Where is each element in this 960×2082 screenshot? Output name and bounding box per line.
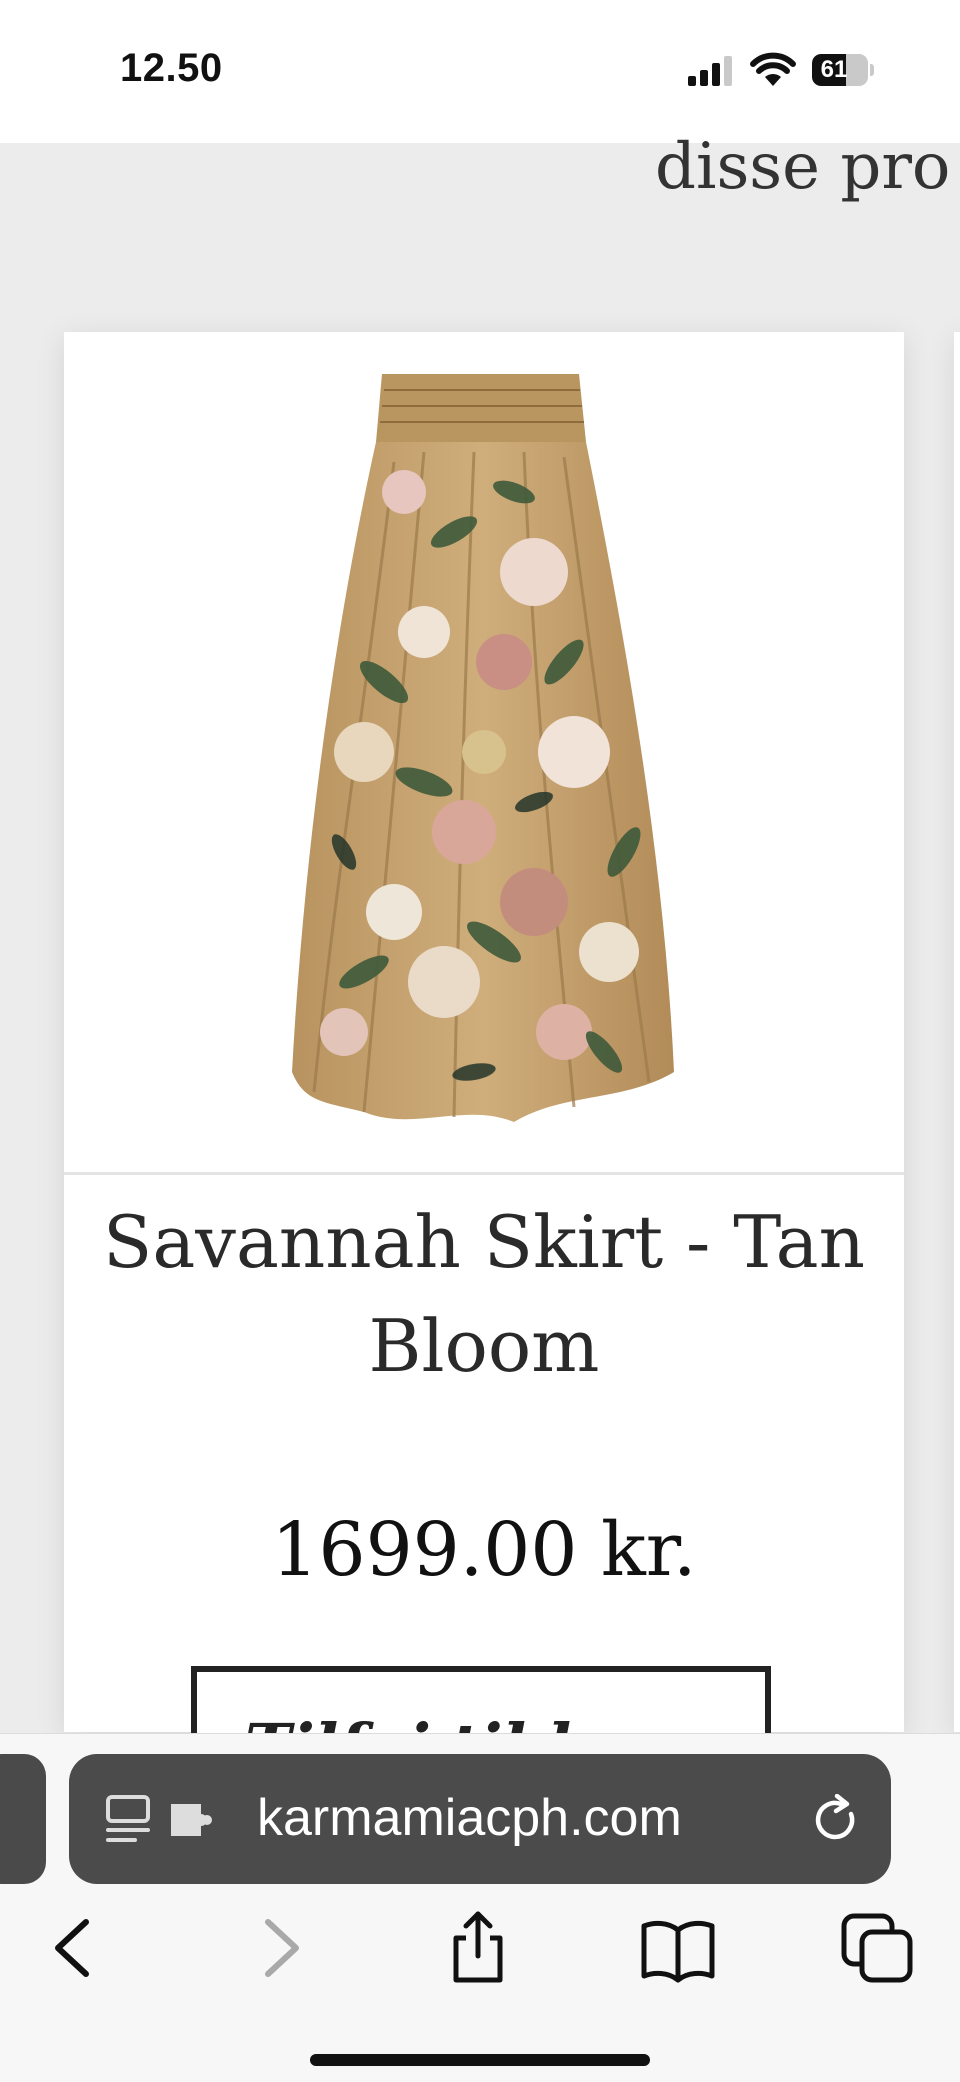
- next-product-card[interactable]: [954, 332, 960, 1732]
- status-bar: 12.50 61: [0, 0, 960, 143]
- wifi-icon: [750, 52, 796, 86]
- browser-toolbar: karmamiacph.com: [0, 1733, 960, 2082]
- battery-icon: 61: [812, 54, 874, 86]
- status-time: 12.50: [120, 46, 223, 90]
- image-divider: [64, 1172, 904, 1175]
- tabs-icon[interactable]: [838, 1908, 918, 1988]
- product-image[interactable]: [64, 332, 904, 1170]
- reload-icon[interactable]: [811, 1794, 861, 1846]
- url-text[interactable]: karmamiacph.com: [257, 1788, 682, 1848]
- section-heading: disse pro: [655, 130, 951, 204]
- forward-arrow-icon[interactable]: [238, 1908, 318, 1988]
- url-bar[interactable]: karmamiacph.com: [69, 1754, 891, 1884]
- product-price: 1699.00 kr.: [271, 1507, 697, 1593]
- product-title[interactable]: Savannah Skirt - Tan Bloom: [64, 1190, 904, 1398]
- battery-level: 61: [820, 56, 848, 83]
- signal-icon: [688, 56, 732, 86]
- reader-icon[interactable]: [105, 1794, 153, 1844]
- home-indicator[interactable]: [310, 2054, 650, 2066]
- back-arrow-icon[interactable]: [36, 1908, 116, 1988]
- product-card[interactable]: Savannah Skirt - Tan Bloom 1699.00 kr. T…: [64, 332, 904, 1806]
- previous-tab-preview[interactable]: [0, 1754, 46, 1884]
- bookmarks-icon[interactable]: [638, 1908, 718, 1988]
- extension-icon[interactable]: [167, 1798, 215, 1842]
- share-icon[interactable]: [438, 1908, 518, 1988]
